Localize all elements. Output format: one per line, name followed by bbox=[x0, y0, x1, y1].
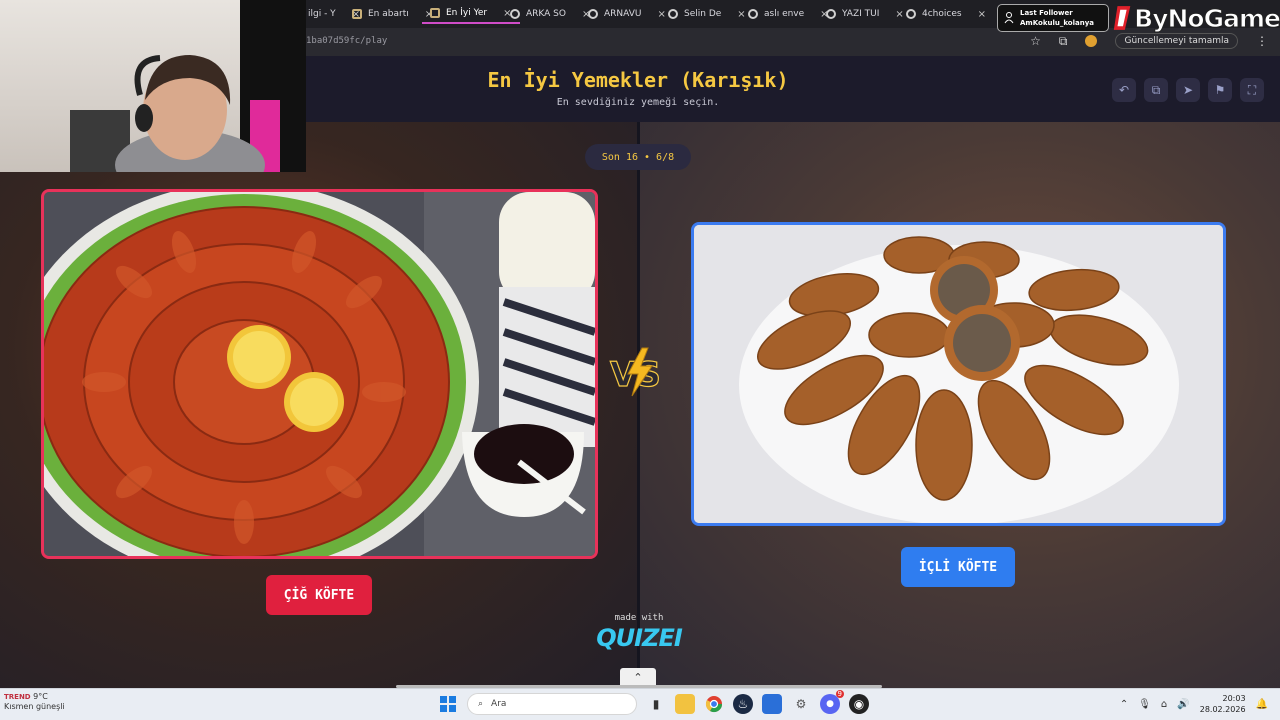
tray-chevron-up-icon[interactable]: ⌃ bbox=[1120, 699, 1128, 710]
weather-widget[interactable]: TREND 9°C Kısmen güneşli bbox=[4, 692, 65, 712]
last-follower-widget: Last Follower AmKokulu_kolanya bbox=[997, 4, 1109, 32]
obs-icon[interactable]: ◉ bbox=[849, 694, 869, 714]
chrome-favicon-icon bbox=[588, 9, 598, 19]
notification-count-badge: 9 bbox=[835, 690, 844, 698]
microphone-icon[interactable]: 🎙 bbox=[1138, 699, 1151, 710]
steam-icon[interactable]: ♨ bbox=[733, 694, 753, 714]
icli-kofte-choice-button[interactable]: İÇLİ KÖFTE bbox=[901, 547, 1015, 587]
chrome-favicon-icon bbox=[906, 9, 916, 19]
follower-name: AmKokulu_kolanya bbox=[1020, 19, 1095, 27]
file-explorer-icon[interactable] bbox=[675, 694, 695, 714]
chrome-favicon-icon bbox=[826, 9, 836, 19]
center-divider bbox=[637, 122, 640, 688]
network-icon[interactable]: ⌂ bbox=[1161, 699, 1167, 710]
undo-icon[interactable]: ↶ bbox=[1112, 78, 1136, 102]
chrome-icon[interactable] bbox=[704, 694, 724, 714]
follower-title: Last Follower bbox=[1020, 9, 1073, 17]
task-view-icon[interactable]: ▮ bbox=[646, 694, 666, 714]
clock[interactable]: 20:03 28.02.2026 bbox=[1200, 693, 1246, 715]
bookmark-star-icon[interactable]: ☆ bbox=[1030, 34, 1041, 48]
windows-taskbar: TREND 9°C Kısmen güneşli ⌕ Ara ▮ ♨ ⚙ ● 9 … bbox=[0, 688, 1280, 720]
quiz-toolbar: ↶ ⧉ ➤ ⚑ ⛶ bbox=[1112, 78, 1264, 102]
bynogame-logo: ByNoGame bbox=[1112, 0, 1280, 36]
icli-kofte-photo bbox=[694, 225, 1223, 523]
system-tray: ⌃ 🎙 ⌂ 🔊 20:03 28.02.2026 🔔 bbox=[1120, 693, 1268, 715]
scroll-up-chevron-icon[interactable]: ⌃ bbox=[620, 668, 656, 686]
weather-temp: 9°C bbox=[33, 692, 48, 701]
close-tab-icon[interactable]: × bbox=[978, 9, 986, 20]
browser-tab[interactable]: 4choices × bbox=[898, 4, 994, 24]
profile-avatar[interactable] bbox=[1085, 35, 1098, 47]
tab-favicon-icon bbox=[430, 8, 440, 18]
made-with-label: made with bbox=[614, 613, 664, 623]
user-icon bbox=[1004, 12, 1014, 24]
tab-favicon-icon bbox=[352, 9, 362, 19]
extensions-icon[interactable]: ⧉ bbox=[1059, 34, 1068, 49]
streamer-webcam bbox=[0, 0, 306, 172]
volume-icon[interactable]: 🔊 bbox=[1177, 699, 1189, 710]
cig-kofte-choice-button[interactable]: ÇİĞ KÖFTE bbox=[266, 575, 372, 615]
taskbar-search[interactable]: ⌕ Ara bbox=[467, 693, 637, 715]
bynogame-logo-icon bbox=[1113, 6, 1131, 30]
url-field[interactable]: 1ba07d59fc/play bbox=[306, 36, 387, 46]
copy-link-icon[interactable]: ⧉ bbox=[1144, 78, 1168, 102]
vs-lightning-icon: VS bbox=[606, 344, 670, 400]
chrome-favicon-icon bbox=[510, 9, 520, 19]
menu-dots-icon[interactable]: ⋮ bbox=[1256, 34, 1268, 48]
weather-desc: Kısmen güneşli bbox=[4, 702, 65, 711]
trend-badge: TREND bbox=[4, 693, 31, 701]
left-choice-image[interactable] bbox=[41, 189, 598, 559]
cig-kofte-photo bbox=[44, 192, 595, 556]
windows-start-icon[interactable] bbox=[438, 694, 458, 714]
quizei-logo[interactable]: QUIZEI bbox=[594, 624, 684, 652]
round-indicator: Son 16 • 6/8 bbox=[585, 144, 691, 170]
store-icon[interactable] bbox=[762, 694, 782, 714]
search-icon: ⌕ bbox=[478, 699, 484, 709]
settings-gear-icon[interactable]: ⚙ bbox=[791, 694, 811, 714]
discord-icon[interactable]: ● 9 bbox=[820, 690, 844, 714]
report-flag-icon[interactable]: ⚑ bbox=[1208, 78, 1232, 102]
chrome-favicon-icon bbox=[748, 9, 758, 19]
notification-bell-icon[interactable]: 🔔 bbox=[1256, 699, 1268, 710]
right-choice-image[interactable] bbox=[691, 222, 1226, 526]
share-icon[interactable]: ➤ bbox=[1176, 78, 1200, 102]
chrome-favicon-icon bbox=[668, 9, 678, 19]
fullscreen-icon[interactable]: ⛶ bbox=[1240, 78, 1264, 102]
